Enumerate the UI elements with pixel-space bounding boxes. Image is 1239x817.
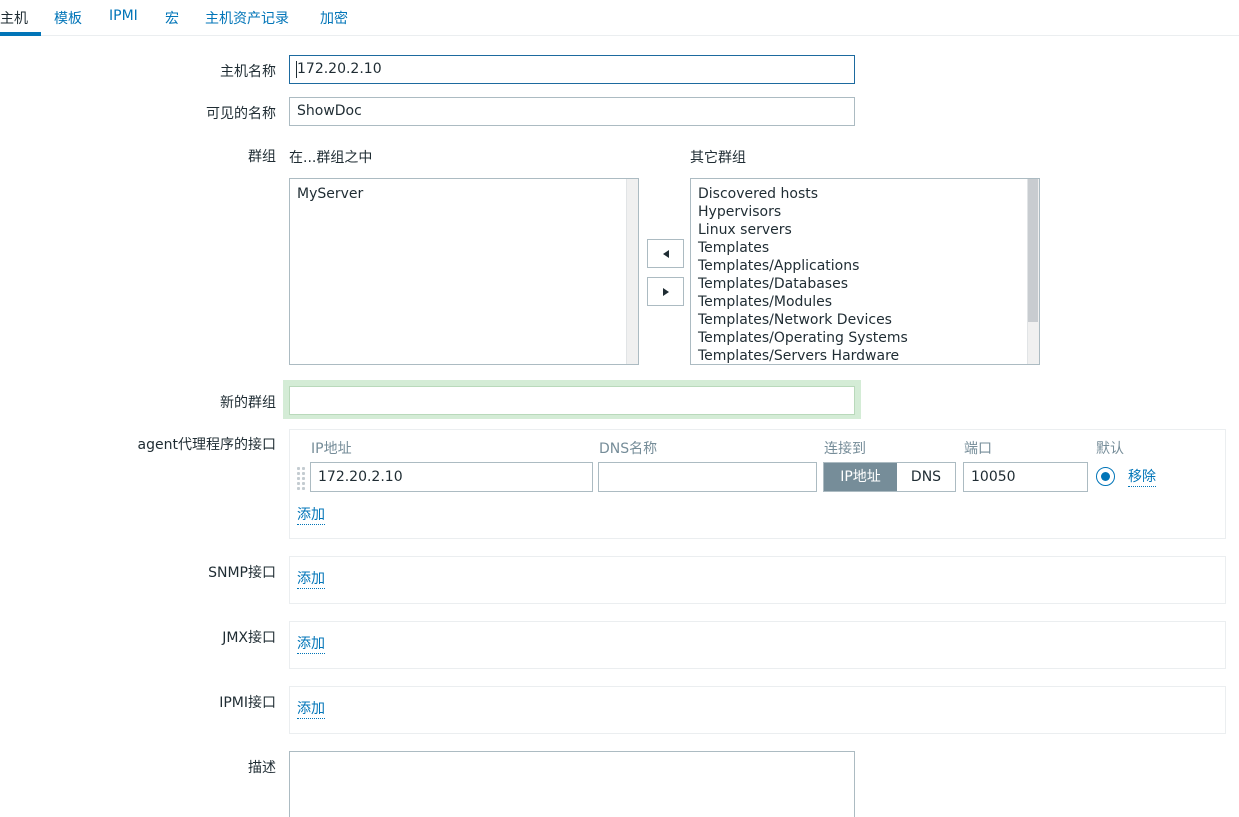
agent-interface-label: agent代理程序的接口: [137, 437, 276, 453]
tab-bar: 主机 模板 IPMI 宏 主机资产记录 加密: [0, 0, 1239, 36]
ipmi-interface-panel: 添加: [289, 686, 1226, 734]
list-item[interactable]: Templates: [698, 239, 908, 257]
new-group-label: 新的群组: [220, 395, 276, 411]
port-column-header: 端口: [964, 441, 992, 457]
tab-inventory[interactable]: 主机资产记录: [205, 8, 289, 28]
list-item[interactable]: Templates/Applications: [698, 257, 908, 275]
list-item[interactable]: Templates/Network Devices: [698, 311, 908, 329]
tab-templates[interactable]: 模板: [54, 8, 82, 28]
connect-to-column-header: 连接到: [824, 441, 866, 457]
snmp-interface-label: SNMP接口: [208, 565, 276, 581]
radio-selected-dot: [1101, 472, 1110, 481]
description-label: 描述: [248, 760, 276, 776]
remove-interface-link[interactable]: 移除: [1128, 469, 1156, 487]
new-group-input[interactable]: [289, 386, 855, 415]
tab-encryption[interactable]: 加密: [320, 8, 348, 28]
list-item[interactable]: Hypervisors: [698, 203, 908, 221]
default-interface-radio[interactable]: [1096, 467, 1115, 486]
new-group-highlight: [283, 380, 861, 419]
other-groups-scrollbar[interactable]: [1027, 179, 1039, 364]
add-jmx-interface-link[interactable]: 添加: [297, 636, 325, 654]
triangle-right-icon: [663, 288, 669, 296]
agent-port-input[interactable]: 10050: [963, 462, 1088, 492]
in-groups-header: 在...群组之中: [289, 150, 373, 166]
default-column-header: 默认: [1096, 441, 1124, 457]
other-groups-header: 其它群组: [690, 150, 746, 166]
connect-to-toggle: IP地址 DNS: [823, 462, 956, 492]
active-tab-indicator: [0, 32, 41, 36]
list-item[interactable]: Templates/Operating Systems: [698, 329, 908, 347]
agent-ip-input[interactable]: 172.20.2.10: [310, 462, 593, 492]
ipmi-interface-label: IPMI接口: [219, 695, 276, 711]
jmx-interface-panel: 添加: [289, 621, 1226, 669]
list-item[interactable]: Templates/Servers Hardware: [698, 347, 908, 364]
drag-handle-icon[interactable]: [297, 467, 307, 491]
snmp-interface-panel: 添加: [289, 556, 1226, 604]
jmx-interface-label: JMX接口: [222, 630, 276, 646]
host-name-label: 主机名称: [220, 64, 276, 80]
connect-dns-option[interactable]: DNS: [897, 463, 955, 491]
add-agent-interface-link[interactable]: 添加: [297, 507, 325, 525]
triangle-left-icon: [663, 250, 669, 258]
agent-dns-input[interactable]: [598, 462, 817, 492]
tab-macros[interactable]: 宏: [165, 8, 179, 28]
agent-interface-panel: IP地址 DNS名称 连接到 端口 默认 172.20.2.10 IP地址 DN…: [289, 429, 1226, 539]
list-item[interactable]: Linux servers: [698, 221, 908, 239]
list-item[interactable]: MyServer: [297, 185, 363, 203]
in-groups-scrollbar[interactable]: [626, 179, 638, 364]
host-name-input[interactable]: 172.20.2.10: [289, 55, 855, 84]
visible-name-input[interactable]: ShowDoc: [289, 97, 855, 126]
ip-column-header: IP地址: [311, 441, 352, 457]
list-item[interactable]: Templates/Databases: [698, 275, 908, 293]
tab-ipmi[interactable]: IPMI: [109, 8, 138, 28]
in-groups-listbox[interactable]: MyServer: [289, 178, 639, 365]
text-caret: [296, 61, 297, 78]
visible-name-label: 可见的名称: [206, 106, 276, 122]
description-textarea[interactable]: [289, 751, 855, 817]
other-groups-listbox[interactable]: Discovered hosts Hypervisors Linux serve…: [690, 178, 1040, 365]
connect-ip-option[interactable]: IP地址: [824, 463, 897, 491]
add-snmp-interface-link[interactable]: 添加: [297, 571, 325, 589]
add-ipmi-interface-link[interactable]: 添加: [297, 701, 325, 719]
dns-column-header: DNS名称: [599, 441, 658, 457]
move-right-button[interactable]: [647, 277, 684, 306]
scrollbar-thumb[interactable]: [1028, 179, 1038, 322]
list-item[interactable]: Discovered hosts: [698, 185, 908, 203]
tab-host[interactable]: 主机: [0, 8, 28, 28]
list-item[interactable]: Templates/Modules: [698, 293, 908, 311]
groups-label: 群组: [248, 149, 276, 165]
move-left-button[interactable]: [647, 239, 684, 268]
